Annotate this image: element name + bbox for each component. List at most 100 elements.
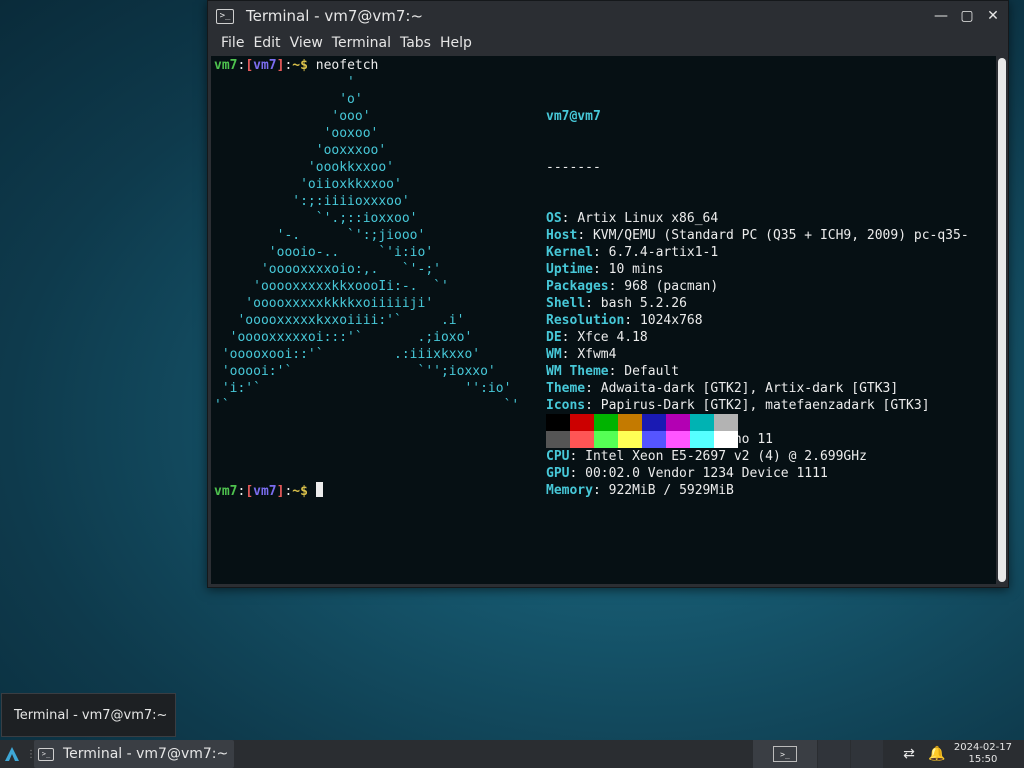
logo-line: 'ooooxooi::'` .:iiixkxxo' [214, 347, 481, 362]
terminal-task-icon: >_ [38, 747, 54, 761]
logo-line: '` `' [214, 398, 520, 413]
logo-line: 'i:'` '':io' [214, 381, 512, 396]
menu-view[interactable]: View [290, 35, 332, 51]
taskbar-task-terminal[interactable]: >_ Terminal - vm7@vm7:~ [34, 740, 234, 768]
info-value: Artix Linux x86_64 [577, 211, 719, 226]
logo-line: 'ooxoo' [214, 126, 379, 141]
info-value: 00:02.0 Vendor 1234 Device 1111 [585, 466, 828, 481]
info-value: 6.7.4-artix1-1 [608, 245, 719, 260]
info-row: Kernel: 6.7.4-artix1-1 [546, 245, 719, 260]
window-titlebar[interactable]: >_ Terminal - vm7@vm7:~ — ▢ ✕ [208, 1, 1008, 31]
info-label: Kernel [546, 245, 593, 260]
color-palette [546, 414, 738, 448]
command-prompt-line: vm7:[vm7]:~$ neofetch [214, 58, 379, 73]
info-label: Icons [546, 398, 586, 413]
info-label: GPU [546, 466, 570, 481]
workspace-1[interactable]: >_ [753, 740, 817, 768]
workspace-3[interactable] [851, 740, 883, 768]
menu-edit[interactable]: Edit [253, 35, 289, 51]
info-row: GPU: 00:02.0 Vendor 1234 Device 1111 [546, 466, 828, 481]
command-text: neofetch [315, 58, 379, 73]
taskbar: ⋮ >_ Terminal - vm7@vm7:~ >_ ⇄ 🔔 [0, 740, 1024, 768]
color-swatch [666, 414, 690, 431]
color-swatch [594, 414, 618, 431]
workspace-window-icon: >_ [773, 746, 797, 762]
color-swatch [690, 414, 714, 431]
terminal-output[interactable]: vm7:[vm7]:~$ neofetch ' 'o' 'ooo' 'ooxoo… [211, 56, 996, 584]
close-icon[interactable]: ✕ [986, 7, 1000, 25]
color-swatch [546, 414, 570, 431]
window-title: Terminal - vm7@vm7:~ [246, 7, 424, 25]
info-row: Memory: 922MiB / 5929MiB [546, 483, 734, 498]
info-value: 968 (pacman) [624, 279, 719, 294]
info-row: OS: Artix Linux x86_64 [546, 211, 719, 226]
info-value: Xfwm4 [577, 347, 617, 362]
info-value: 1024x768 [639, 313, 703, 328]
logo-line: 'oiioxkkxxoo' [214, 177, 402, 192]
logo-line: 'oookkxxoo' [214, 160, 395, 175]
menu-file[interactable]: File [208, 35, 253, 51]
logo-line: 'ooooi:'` `'';ioxxo' [214, 364, 496, 379]
info-row: WM Theme: Default [546, 364, 680, 379]
color-swatch [642, 414, 666, 431]
logo-line: 'ooooxxxxxkkxoooIi:-. `' [214, 279, 449, 294]
info-value: 10 mins [608, 262, 664, 277]
artix-ascii-logo: ' 'o' 'ooo' 'ooxoo' 'ooxxxoo' 'oookkxxoo… [214, 74, 519, 414]
info-label: Shell [546, 296, 586, 311]
menu-bar: File Edit View Terminal Tabs Help [208, 31, 1008, 55]
color-swatch [570, 431, 594, 448]
color-swatch [642, 431, 666, 448]
info-label: DE [546, 330, 562, 345]
info-row: Uptime: 10 mins [546, 262, 664, 277]
menu-terminal[interactable]: Terminal [332, 35, 400, 51]
info-row: Shell: bash 5.2.26 [546, 296, 687, 311]
logo-line: 'oooio-.. `'i:io' [214, 245, 434, 260]
panel-separator-handle[interactable]: ⋮ [26, 740, 36, 768]
info-value: Default [624, 364, 680, 379]
info-label: Resolution [546, 313, 625, 328]
notification-bell-icon[interactable]: 🔔 [926, 740, 948, 768]
logo-line: 'ooooxxxxoio:,. `'-;' [214, 262, 441, 277]
info-label: CPU [546, 449, 570, 464]
palette-row-bright [546, 431, 738, 448]
info-row: DE: Xfce 4.18 [546, 330, 648, 345]
clock[interactable]: 2024-02-17 15:50 [954, 742, 1012, 766]
network-icon[interactable]: ⇄ [898, 740, 920, 768]
logo-line: ':;:iiiioxxxoo' [214, 194, 410, 209]
info-label: Packages [546, 279, 609, 294]
active-prompt-line: vm7:[vm7]:~$ [214, 482, 323, 500]
info-row: WM: Xfwm4 [546, 347, 617, 362]
info-row: Theme: Adwaita-dark [GTK2], Artix-dark [… [546, 381, 899, 396]
color-swatch [714, 414, 738, 431]
minimize-icon[interactable]: — [934, 7, 948, 25]
info-label: Memory [546, 483, 593, 498]
info-value: bash 5.2.26 [600, 296, 687, 311]
info-value: Papirus-Dark [GTK2], matefaenzadark [GTK… [600, 398, 930, 413]
workspace-2[interactable] [818, 740, 850, 768]
color-swatch [618, 414, 642, 431]
info-label: Uptime [546, 262, 593, 277]
color-swatch [546, 431, 570, 448]
menu-tabs[interactable]: Tabs [400, 35, 440, 51]
info-value: Intel Xeon E5-2697 v2 (4) @ 2.699GHz [585, 449, 867, 464]
maximize-icon[interactable]: ▢ [960, 7, 974, 25]
logo-line: 'ooooxxxxxkxxoiiii:'` .i' [214, 313, 465, 328]
info-label: Theme [546, 381, 586, 396]
logo-line: 'ooo' [214, 109, 371, 124]
info-value: KVM/QEMU (Standard PC (Q35 + ICH9, 2009)… [592, 228, 969, 243]
logo-line: `'.;::ioxxoo' [214, 211, 418, 226]
clock-time: 15:50 [968, 754, 998, 765]
info-separator: ------- [546, 160, 601, 175]
terminal-app-icon[interactable]: >_ [216, 8, 234, 24]
task-tooltip: Terminal - vm7@vm7:~ [1, 693, 176, 737]
info-row: Icons: Papirus-Dark [GTK2], matefaenzada… [546, 398, 930, 413]
terminal-window[interactable]: >_ Terminal - vm7@vm7:~ — ▢ ✕ File Edit … [207, 0, 1009, 588]
palette-row-normal [546, 414, 738, 431]
info-row: Host: KVM/QEMU (Standard PC (Q35 + ICH9,… [546, 228, 969, 243]
logo-line: 'ooooxxxxxkkkkxoiiiiiji' [214, 296, 434, 311]
text-cursor [315, 482, 323, 497]
scrollbar[interactable] [998, 58, 1006, 582]
whisker-menu-button[interactable] [4, 740, 24, 768]
info-value: Adwaita-dark [GTK2], Artix-dark [GTK3] [600, 381, 899, 396]
menu-help[interactable]: Help [440, 35, 481, 51]
